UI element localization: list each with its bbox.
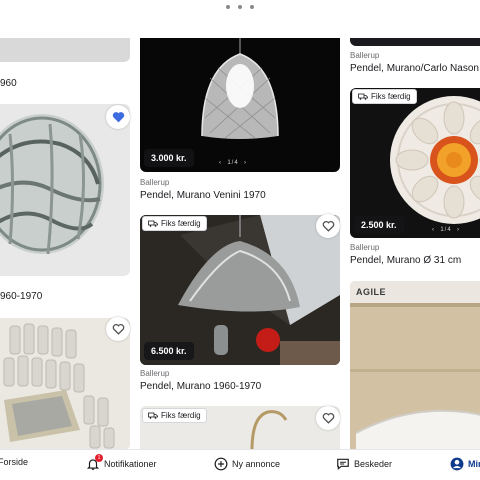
favorite-button[interactable] [316, 214, 340, 238]
listing-image[interactable] [0, 104, 130, 276]
fiks-faerdig-badge: Fiks færdig [352, 89, 417, 104]
listing-title[interactable]: Pendel, Murano Venini 1970 [140, 190, 266, 201]
drag-handle[interactable] [226, 4, 254, 10]
fiks-faerdig-badge: Fiks færdig [142, 408, 207, 423]
truck-icon [148, 412, 158, 419]
favorite-button[interactable] [316, 406, 340, 430]
listing-location: Ballerup [140, 178, 170, 187]
listing-title[interactable]: Pendel, Murano 1960-1970 [140, 381, 261, 392]
truck-icon [358, 93, 368, 100]
listing-title[interactable]: Pendel, Murano Ø 31 cm [350, 255, 461, 266]
price-tag: 6.500 kr. [144, 342, 194, 360]
bell-icon: 1 [86, 454, 103, 471]
heart-outline-icon [112, 323, 124, 335]
nav-notifikationer[interactable]: 1 Notifikationer [86, 454, 157, 471]
listing-image-text: AGILE [356, 287, 387, 297]
price-tag: 3.000 kr. [144, 149, 194, 167]
listing-title[interactable]: Pendel, Murano/Carlo Nason 19 [350, 63, 480, 74]
listing-image[interactable] [350, 281, 480, 450]
nav-beskeder[interactable]: Beskeder [336, 457, 392, 471]
notification-badge: 1 [95, 454, 103, 462]
listing-title[interactable]: 960-1970 [0, 291, 42, 302]
plus-circle-icon [214, 457, 228, 471]
listing-location: Ballerup [350, 243, 380, 252]
nav-forside[interactable]: Forside [0, 457, 28, 467]
price-tag: 2.500 kr. [354, 216, 404, 234]
heart-filled-icon [112, 112, 124, 123]
favorite-button[interactable] [106, 317, 130, 341]
profile-icon [450, 457, 464, 471]
bottom-navigation: Forside 1 Notifikationer Ny annonce Besk… [0, 449, 480, 480]
chat-icon [337, 458, 349, 470]
nav-min-profil[interactable]: Min [450, 457, 480, 471]
fiks-faerdig-badge: Fiks færdig [142, 216, 207, 231]
listing-location: Ballerup [140, 369, 170, 378]
truck-icon [148, 220, 158, 227]
heart-outline-icon [322, 220, 334, 232]
listing-image[interactable] [0, 38, 130, 62]
image-pager[interactable]: ‹ 1/4 › [432, 227, 460, 233]
heart-outline-icon [322, 412, 334, 424]
listing-image[interactable] [350, 38, 480, 46]
image-pager[interactable]: ‹ 1/4 › [219, 160, 247, 166]
listing-title[interactable]: 960 [0, 78, 17, 89]
nav-ny-annonce[interactable]: Ny annonce [214, 457, 280, 471]
listing-location: Ballerup [350, 51, 380, 60]
favorite-button[interactable] [106, 105, 130, 129]
